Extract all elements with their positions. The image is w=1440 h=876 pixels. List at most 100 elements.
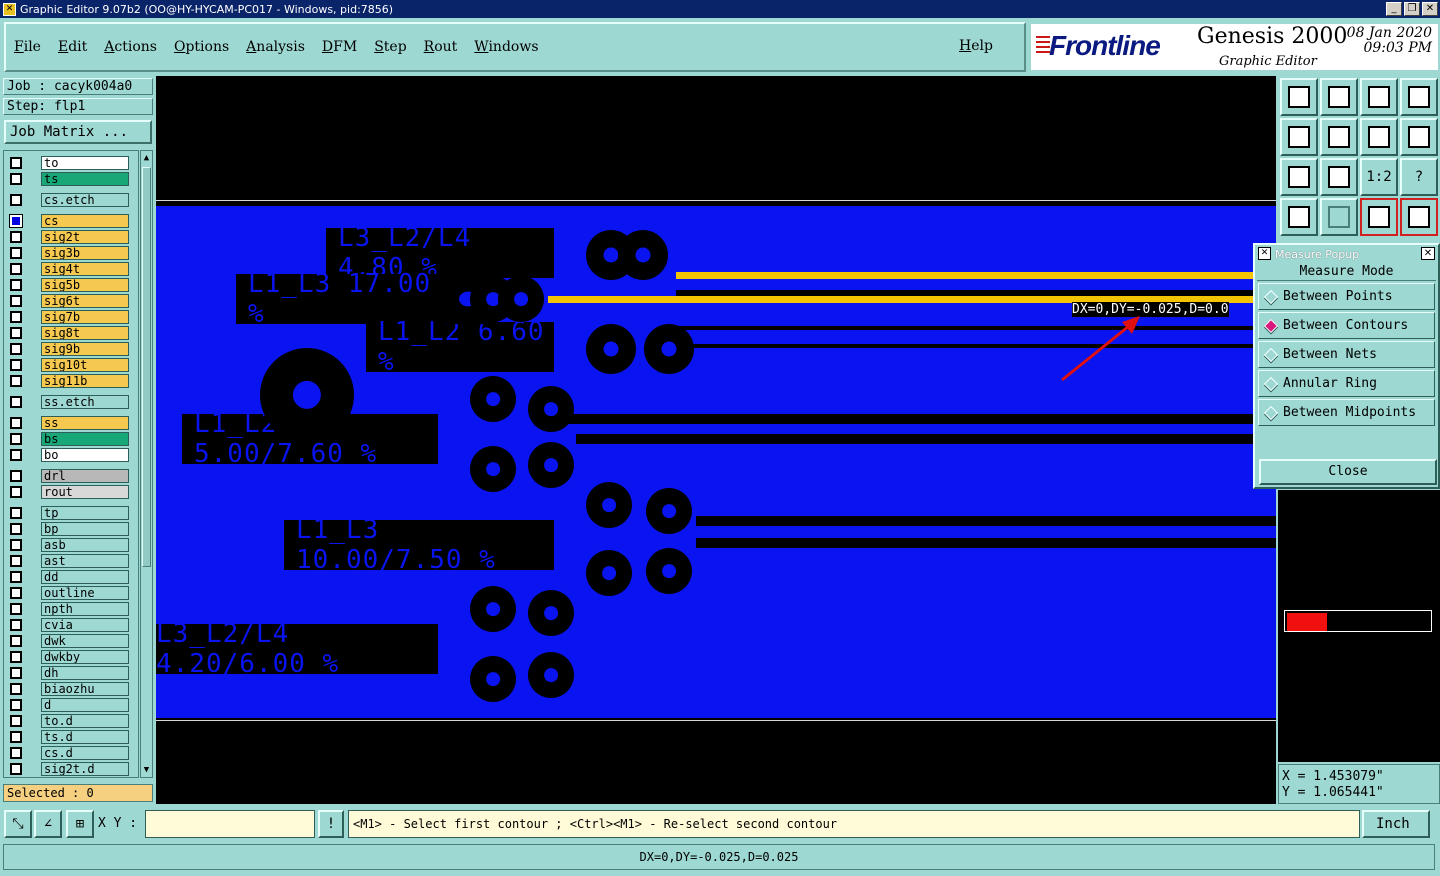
layer-row[interactable]: rout bbox=[6, 484, 136, 500]
layer-checkbox[interactable] bbox=[10, 247, 22, 259]
overview-panel[interactable] bbox=[1278, 490, 1440, 762]
layer-row[interactable]: bs bbox=[6, 431, 136, 447]
layer-row[interactable]: to.d bbox=[6, 713, 136, 729]
tool-house-icon[interactable] bbox=[1360, 78, 1398, 116]
menu-help[interactable]: Help bbox=[959, 38, 993, 54]
menu-edit[interactable]: Edit bbox=[58, 39, 87, 55]
layer-row[interactable]: sig2t bbox=[6, 229, 136, 245]
menu-options[interactable]: Options bbox=[174, 39, 229, 55]
layer-name[interactable]: sig5b bbox=[41, 278, 129, 292]
layer-name[interactable]: sig6t bbox=[41, 294, 129, 308]
layer-row[interactable]: cs bbox=[6, 213, 136, 229]
layer-checkbox[interactable] bbox=[10, 194, 22, 206]
layer-name[interactable]: cs bbox=[41, 214, 129, 228]
layer-row[interactable]: dwk bbox=[6, 633, 136, 649]
layer-checkbox[interactable] bbox=[9, 214, 23, 228]
info-icon[interactable]: ! bbox=[318, 810, 344, 838]
layer-checkbox[interactable] bbox=[10, 375, 22, 387]
layer-name[interactable]: ts.d bbox=[41, 730, 129, 744]
layer-checkbox[interactable] bbox=[10, 699, 22, 711]
maximize-icon[interactable]: ❐ bbox=[1404, 2, 1420, 16]
layer-checkbox[interactable] bbox=[10, 486, 22, 498]
layer-checkbox[interactable] bbox=[10, 715, 22, 727]
layer-name[interactable]: dh bbox=[41, 666, 129, 680]
layer-checkbox[interactable] bbox=[10, 470, 22, 482]
layer-row[interactable]: drl bbox=[6, 468, 136, 484]
grid-snap-icon[interactable]: ⊞ bbox=[66, 810, 94, 838]
layer-name[interactable]: sig2t bbox=[41, 230, 129, 244]
layer-name[interactable]: ss bbox=[41, 416, 129, 430]
layer-name[interactable]: dd bbox=[41, 570, 129, 584]
layer-name[interactable]: to.d bbox=[41, 714, 129, 728]
tool-undo-icon[interactable] bbox=[1360, 118, 1398, 156]
tool-scale-icon[interactable]: 1:2 bbox=[1360, 158, 1398, 196]
layer-name[interactable]: ss.etch bbox=[41, 395, 129, 409]
layer-name[interactable]: bs bbox=[41, 432, 129, 446]
layer-row[interactable]: npth bbox=[6, 601, 136, 617]
layer-row[interactable]: outline bbox=[6, 585, 136, 601]
menu-windows[interactable]: Windows bbox=[474, 39, 538, 55]
layer-row[interactable]: sig10t bbox=[6, 357, 136, 373]
layer-checkbox[interactable] bbox=[10, 651, 22, 663]
layer-name[interactable]: to bbox=[41, 156, 129, 170]
layer-row[interactable]: sig2t.d bbox=[6, 761, 136, 777]
layer-name[interactable]: ast bbox=[41, 554, 129, 568]
layer-name[interactable]: outline bbox=[41, 586, 129, 600]
layer-row[interactable]: dd bbox=[6, 569, 136, 585]
layer-checkbox[interactable] bbox=[10, 231, 22, 243]
graphic-canvas[interactable]: ACYK004A0 FLP1 L3_L2/L4 4.80 % L1_L3 17.… bbox=[156, 76, 1276, 804]
mode-between-nets[interactable]: Between Nets bbox=[1258, 341, 1435, 368]
layer-row[interactable]: ts.d bbox=[6, 729, 136, 745]
layer-row[interactable]: bo bbox=[6, 447, 136, 463]
layer-name[interactable]: dwkby bbox=[41, 650, 129, 664]
layer-checkbox[interactable] bbox=[10, 555, 22, 567]
layer-row[interactable]: ss bbox=[6, 415, 136, 431]
snap-icon[interactable]: ⤡ bbox=[4, 810, 32, 838]
job-matrix-button[interactable]: Job Matrix ... bbox=[4, 120, 152, 144]
tool-measure-icon[interactable] bbox=[1360, 198, 1398, 236]
layer-name[interactable]: bo bbox=[41, 448, 129, 462]
tool-grid-icon[interactable] bbox=[1320, 198, 1358, 236]
layer-name[interactable]: d bbox=[41, 698, 129, 712]
layer-row[interactable]: cs.d bbox=[6, 745, 136, 761]
layer-row[interactable]: bp bbox=[6, 521, 136, 537]
layer-checkbox[interactable] bbox=[10, 635, 22, 647]
layer-checkbox[interactable] bbox=[10, 263, 22, 275]
tool-home-icon[interactable] bbox=[1280, 78, 1318, 116]
overview-viewport[interactable] bbox=[1287, 613, 1327, 631]
layer-row[interactable]: sig6t bbox=[6, 293, 136, 309]
layer-row[interactable]: cs.etch bbox=[6, 192, 136, 208]
layer-name[interactable]: drl bbox=[41, 469, 129, 483]
layer-checkbox[interactable] bbox=[10, 173, 22, 185]
layer-row[interactable]: biaozhu bbox=[6, 681, 136, 697]
layer-row[interactable]: to bbox=[6, 155, 136, 171]
layer-checkbox[interactable] bbox=[10, 311, 22, 323]
unit-selector[interactable]: Inch bbox=[1362, 810, 1430, 838]
layer-scrollbar[interactable]: ▲ ▼ bbox=[140, 150, 153, 778]
angle-icon[interactable]: ∠ bbox=[34, 810, 62, 838]
layer-checkbox[interactable] bbox=[10, 603, 22, 615]
layer-name[interactable]: cvia bbox=[41, 618, 129, 632]
xy-input[interactable] bbox=[145, 810, 315, 838]
layer-checkbox[interactable] bbox=[10, 343, 22, 355]
layer-checkbox[interactable] bbox=[10, 731, 22, 743]
layer-name[interactable]: sig3b bbox=[41, 246, 129, 260]
layer-name[interactable]: tp bbox=[41, 506, 129, 520]
popup-menu-icon[interactable]: ✕ bbox=[1258, 247, 1271, 260]
layer-name[interactable]: sig2t.d bbox=[41, 762, 129, 776]
menu-analysis[interactable]: Analysis bbox=[246, 39, 305, 55]
layer-checkbox[interactable] bbox=[10, 523, 22, 535]
mode-annular-ring[interactable]: Annular Ring bbox=[1258, 370, 1435, 397]
layer-checkbox[interactable] bbox=[10, 587, 22, 599]
layer-name[interactable]: dwk bbox=[41, 634, 129, 648]
layer-name[interactable]: sig4t bbox=[41, 262, 129, 276]
layer-row[interactable]: sig9b bbox=[6, 341, 136, 357]
layer-row[interactable]: asb bbox=[6, 537, 136, 553]
scroll-thumb[interactable] bbox=[142, 167, 151, 567]
layer-checkbox[interactable] bbox=[10, 449, 22, 461]
layer-checkbox[interactable] bbox=[10, 359, 22, 371]
layer-checkbox[interactable] bbox=[10, 619, 22, 631]
layer-row[interactable]: ast bbox=[6, 553, 136, 569]
layer-checkbox[interactable] bbox=[10, 157, 22, 169]
layer-name[interactable]: sig10t bbox=[41, 358, 129, 372]
